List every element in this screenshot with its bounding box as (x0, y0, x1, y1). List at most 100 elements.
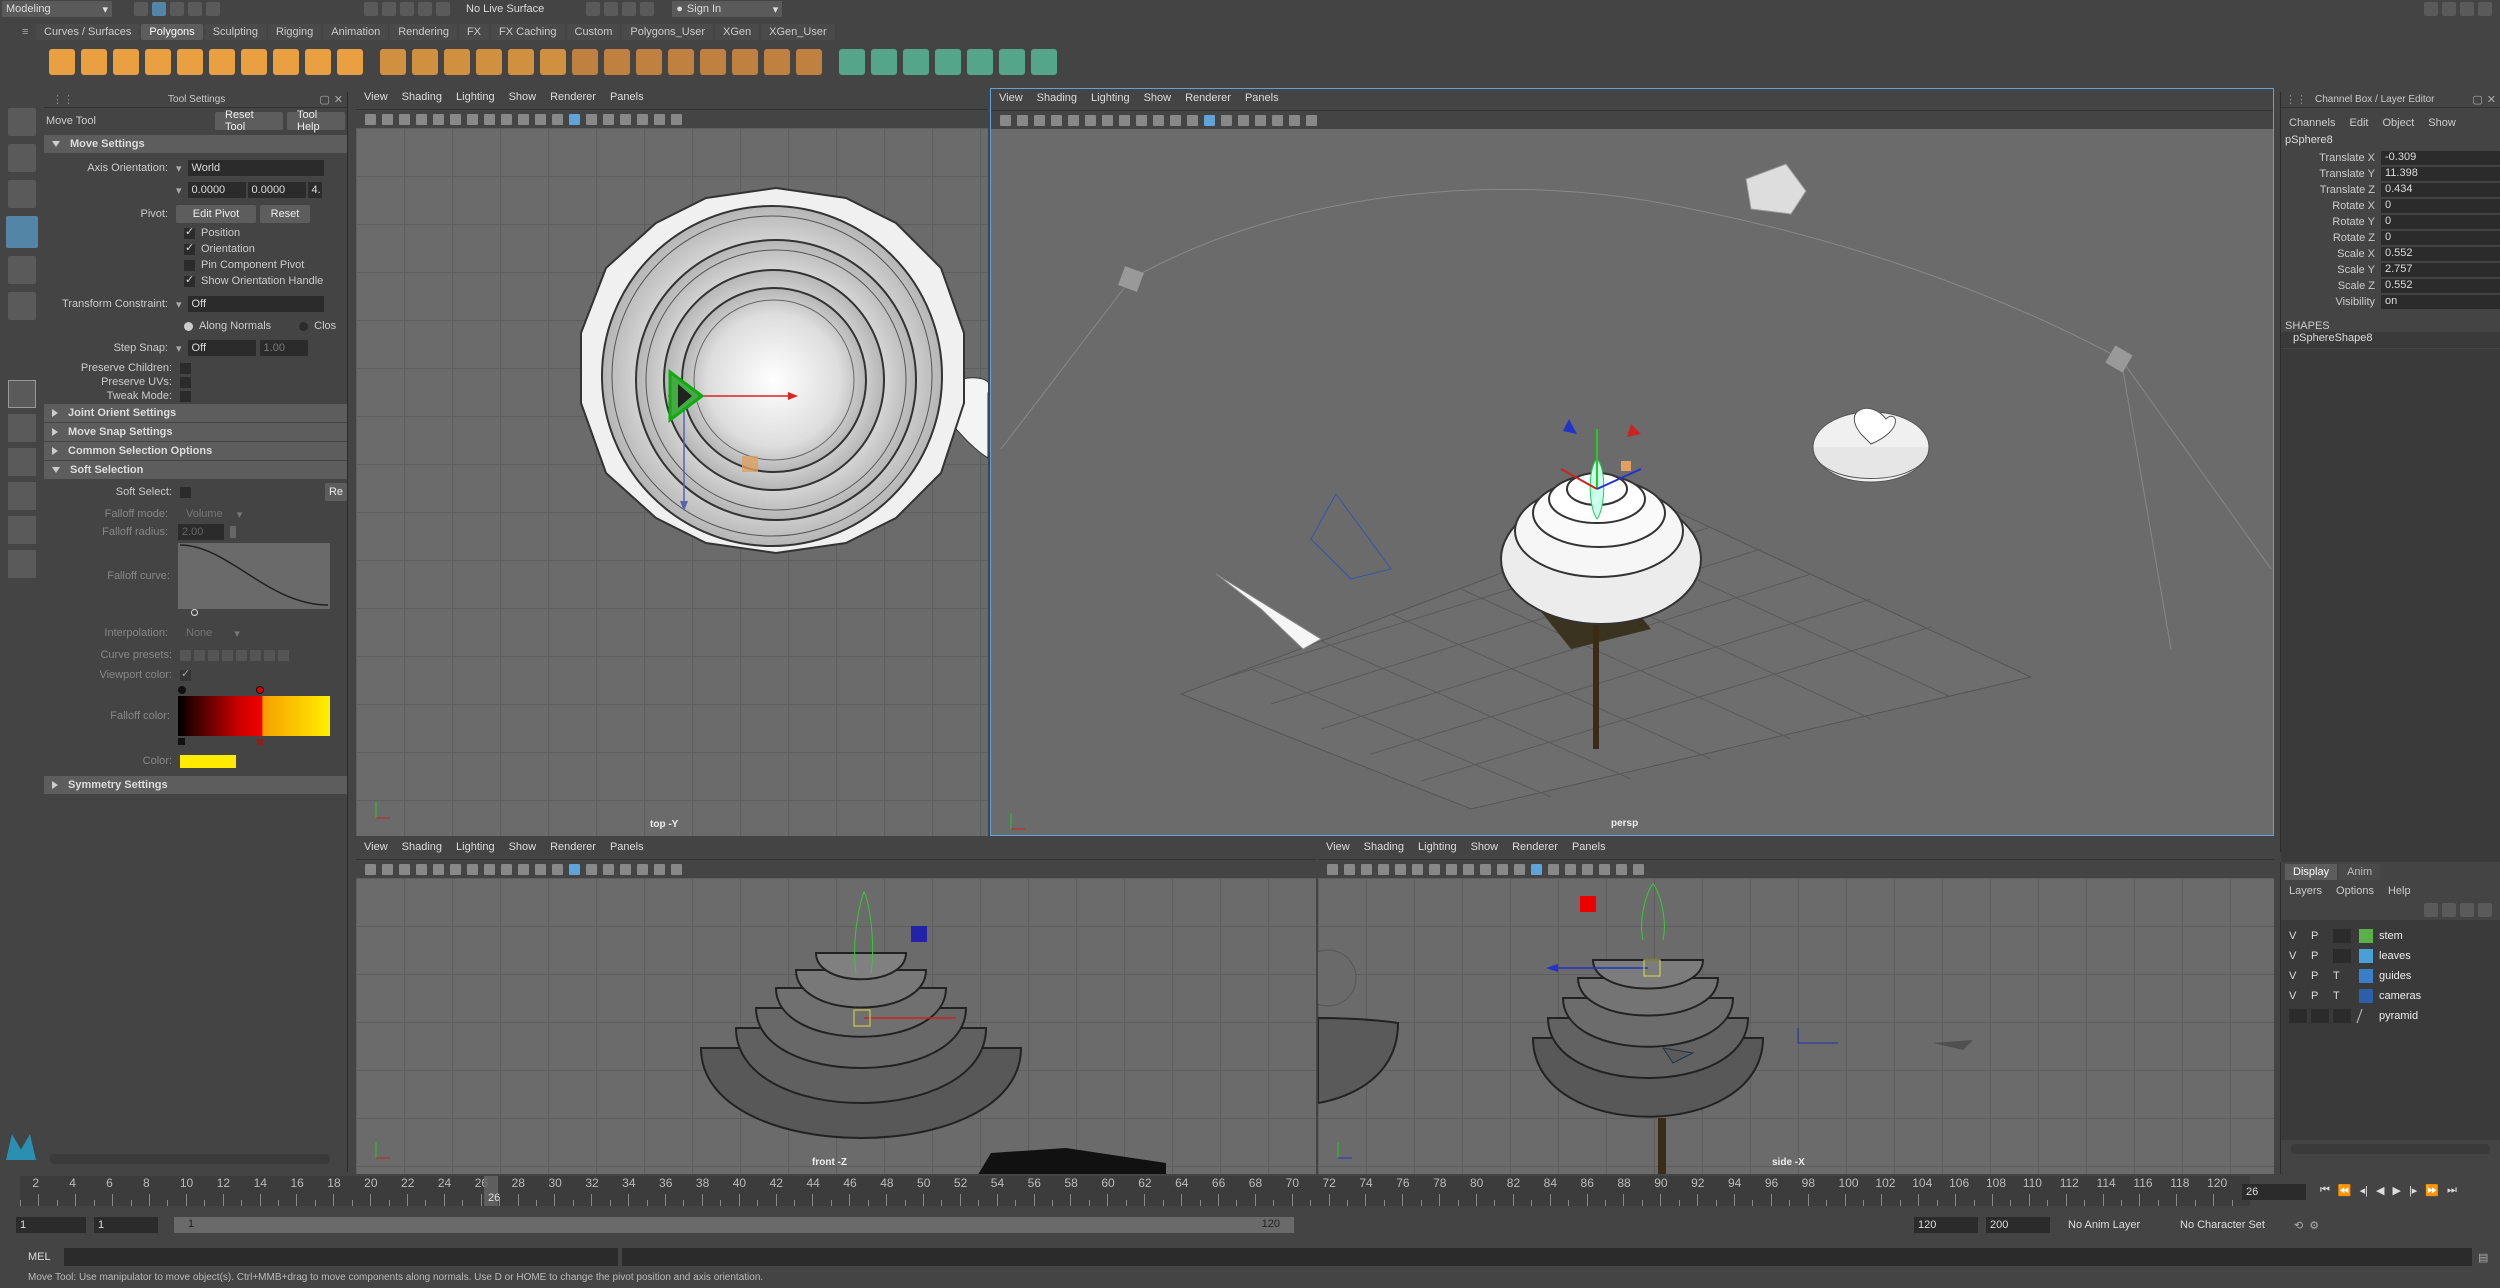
redo-icon[interactable] (206, 2, 220, 16)
falloff-curve-graph[interactable] (178, 543, 330, 609)
reset-pivot-button[interactable]: Reset (260, 205, 310, 223)
preset-4-icon[interactable] (222, 649, 233, 661)
channel-menu-show[interactable]: Show (2428, 117, 2456, 129)
layout-outliner-icon[interactable] (2478, 2, 2492, 16)
close-icon[interactable]: ✕ (2487, 93, 2496, 106)
snap-grid-icon[interactable] (364, 2, 378, 16)
layout-single-icon[interactable] (2424, 2, 2438, 16)
field-chart-icon[interactable] (501, 863, 512, 875)
shelf-tab-animation[interactable]: Animation (323, 24, 389, 40)
ramp-marker-icon[interactable] (178, 738, 185, 745)
soft-select-checkbox[interactable] (180, 486, 191, 498)
layer-row[interactable]: V P Tguides (2281, 966, 2500, 986)
object-mode-icon[interactable] (152, 2, 166, 16)
shelf-tab-xgen[interactable]: XGen (715, 24, 760, 40)
play-forward-icon[interactable]: ▶ (2392, 1184, 2400, 1197)
channel-value[interactable]: 0 (2381, 231, 2500, 245)
animation-end-field[interactable]: 200 (1986, 1217, 2050, 1233)
viewport-menu-view[interactable]: View (364, 91, 388, 103)
xray-icon[interactable] (1306, 114, 1317, 126)
viewport-menu-panels[interactable]: Panels (1245, 92, 1279, 104)
viewport-persp[interactable]: View Shading Lighting Show Renderer Panels (990, 88, 2274, 836)
step-back-frame-icon[interactable]: ◂| (2360, 1184, 2368, 1197)
layer-name[interactable]: leaves (2379, 950, 2411, 962)
channel-menu-object[interactable]: Object (2382, 117, 2414, 129)
mirror-icon[interactable] (540, 49, 566, 75)
channel-value[interactable]: 0 (2381, 215, 2500, 229)
channel-name[interactable]: Scale X (2281, 248, 2381, 260)
channel-menu-channels[interactable]: Channels (2289, 117, 2335, 129)
smooth-shade-icon[interactable] (569, 863, 580, 875)
smooth-shade-icon[interactable] (1204, 114, 1215, 126)
lights-icon[interactable] (603, 863, 614, 875)
layer-color-swatch[interactable] (2356, 1009, 2376, 1023)
play-back-icon[interactable]: ◀ (2376, 1184, 2384, 1197)
textured-icon[interactable] (586, 113, 597, 125)
smooth-shade-icon[interactable] (1531, 863, 1542, 875)
channel-name[interactable]: Translate Z (2281, 184, 2381, 196)
paint-select-icon[interactable] (8, 180, 36, 208)
viewport-menu-renderer[interactable]: Renderer (550, 841, 596, 853)
float-icon[interactable]: ▢ (319, 93, 329, 106)
viewport-canvas[interactable]: persp (991, 129, 2273, 835)
isolate-icon[interactable] (654, 113, 665, 125)
channel-name[interactable]: Rotate Z (2281, 232, 2381, 244)
shelf-tab-sculpting[interactable]: Sculpting (204, 24, 266, 40)
script-editor-icon[interactable]: ▤ (2478, 1251, 2488, 1264)
ao-icon[interactable] (1599, 863, 1610, 875)
render-settings-icon[interactable] (622, 2, 637, 16)
layer-toggle-t[interactable] (2333, 1009, 2351, 1023)
falloff-mode-dropdown[interactable]: Volume (186, 508, 223, 520)
lock-camera-icon[interactable] (382, 863, 393, 875)
layer-toggle-t[interactable]: T (2333, 990, 2355, 1002)
ao-icon[interactable] (637, 863, 648, 875)
preserve-children-checkbox[interactable] (180, 362, 191, 374)
layer-toggle-t[interactable] (2333, 949, 2351, 963)
preset-7-icon[interactable] (264, 649, 275, 661)
spherical-uv-icon[interactable] (935, 49, 961, 75)
layer-toggle-t[interactable] (2333, 929, 2351, 943)
ao-icon[interactable] (1272, 114, 1283, 126)
snap-curve-icon[interactable] (382, 2, 396, 16)
shelf-tab-curves-surfaces[interactable]: Curves / Surfaces (36, 24, 140, 40)
field-chart-icon[interactable] (1136, 114, 1147, 126)
layer-menu-layers[interactable]: Layers (2289, 885, 2322, 897)
viewport-canvas[interactable]: top -Y (356, 128, 988, 836)
interpolation-dropdown[interactable]: None (186, 627, 212, 639)
shelf-tab-xgen-user[interactable]: XGen_User (761, 24, 835, 40)
quick-layout-outliner-icon[interactable] (8, 550, 36, 578)
camera-icon[interactable] (1327, 863, 1338, 875)
cone-icon[interactable] (145, 49, 171, 75)
layer-toggle-v[interactable]: V (2289, 990, 2311, 1002)
hypershade-icon[interactable] (640, 2, 655, 16)
layer-scrollbar[interactable] (2291, 1144, 2490, 1154)
viewport-menu-show[interactable]: Show (509, 91, 537, 103)
viewport-menu-shading[interactable]: Shading (1037, 92, 1077, 104)
cylindrical-uv-icon[interactable] (903, 49, 929, 75)
shelf-tab-rendering[interactable]: Rendering (390, 24, 457, 40)
shelf-tab-polygons-user[interactable]: Polygons_User (622, 24, 713, 40)
bookmark-icon[interactable] (399, 113, 410, 125)
playback-start-field[interactable]: 1 (94, 1217, 158, 1233)
viewport-menu-view[interactable]: View (999, 92, 1023, 104)
axis-orientation-dropdown[interactable]: World (187, 160, 324, 176)
step-forward-frame-icon[interactable]: |▸ (2409, 1184, 2417, 1197)
gate-mask-icon[interactable] (1446, 863, 1457, 875)
pivot-checkbox-orientation[interactable] (184, 241, 195, 255)
gate-mask-icon[interactable] (484, 113, 495, 125)
resolution-gate-icon[interactable] (467, 113, 478, 125)
layer-menu-help[interactable]: Help (2388, 885, 2411, 897)
scale-tool-icon[interactable] (8, 292, 36, 320)
grid-icon[interactable] (433, 113, 444, 125)
film-gate-icon[interactable] (1412, 863, 1423, 875)
image-plane-icon[interactable] (416, 863, 427, 875)
edit-pivot-button[interactable]: Edit Pivot (176, 205, 256, 223)
snap-surface-icon[interactable] (436, 2, 450, 16)
ramp-delete-icon[interactable]: ⊠ (256, 737, 264, 748)
layer-tab-anim[interactable]: Anim (2339, 864, 2381, 880)
viewport-side[interactable]: View Shading Lighting Show Renderer Panels si… (1318, 838, 2274, 1174)
lights-icon[interactable] (1238, 114, 1249, 126)
boolean-icon[interactable] (508, 49, 534, 75)
safe-action-icon[interactable] (518, 113, 529, 125)
axis-x-field[interactable]: 0.0000 (187, 182, 246, 198)
